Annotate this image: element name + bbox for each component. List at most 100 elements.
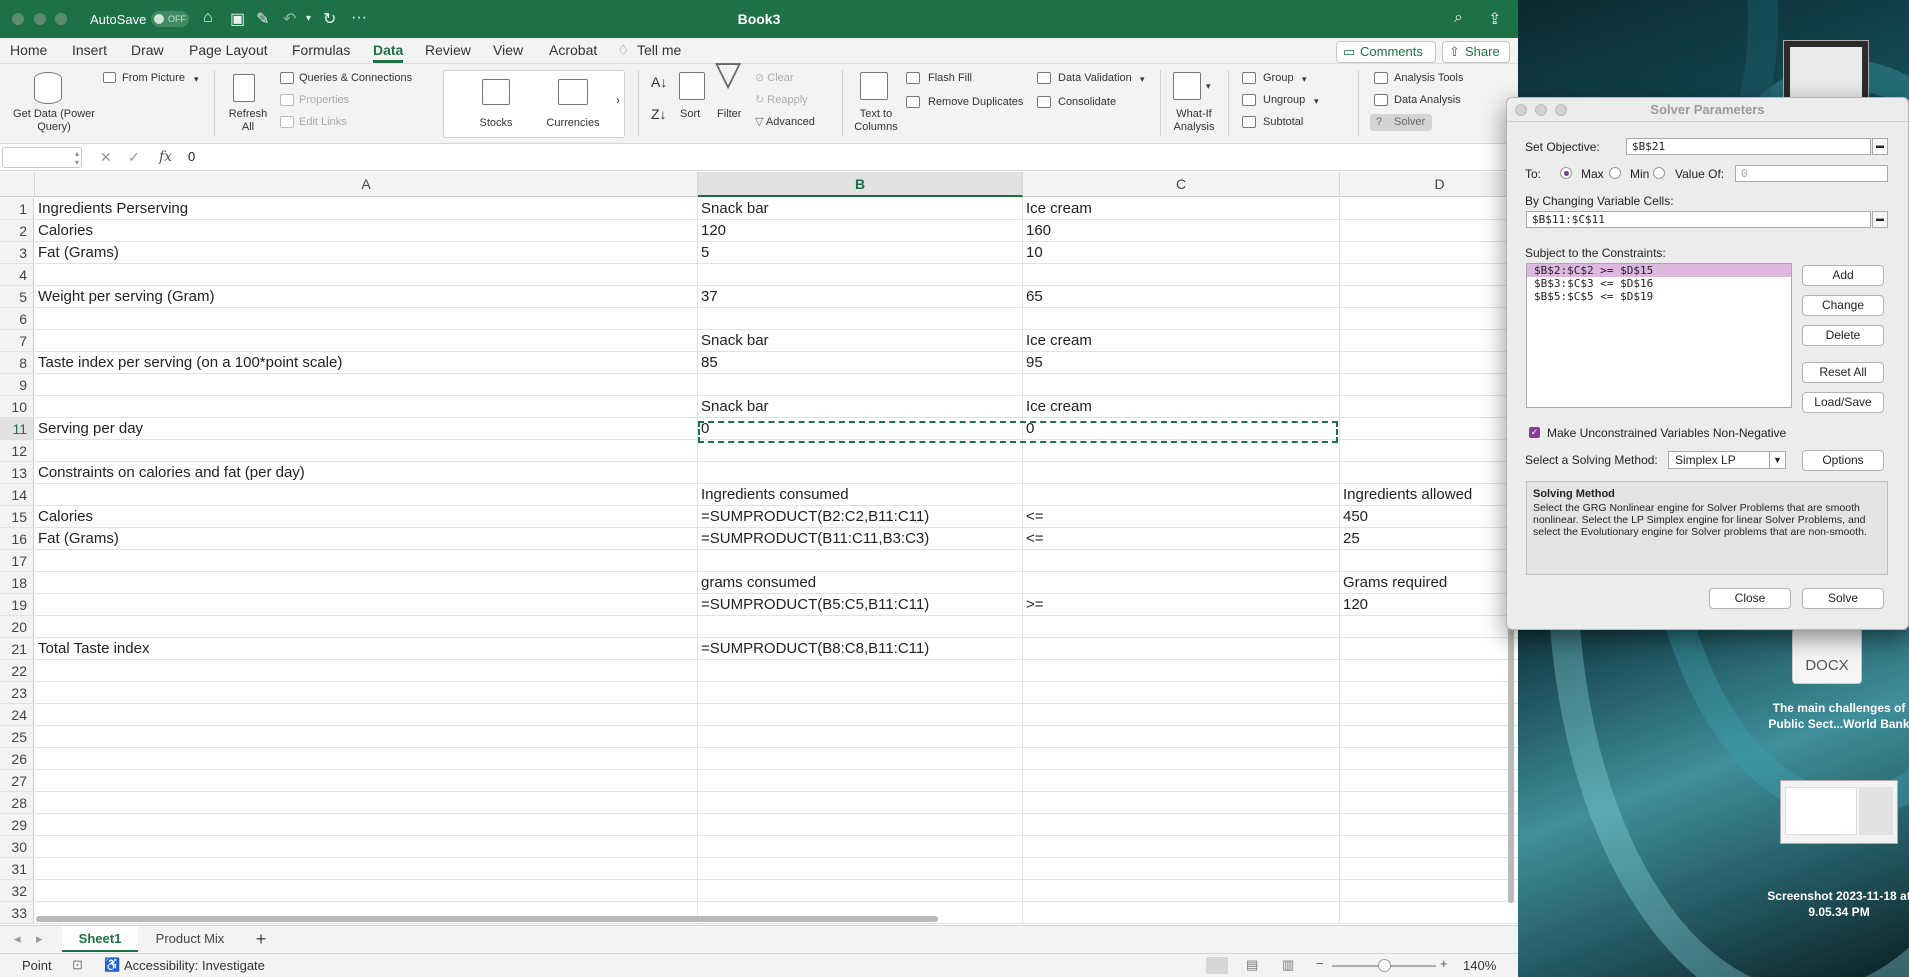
table-cell[interactable] <box>35 682 698 704</box>
table-cell[interactable]: 120 <box>698 220 1023 242</box>
table-cell[interactable] <box>35 616 698 638</box>
table-cell[interactable] <box>1340 440 1518 462</box>
zoom-in-icon[interactable]: + <box>1440 956 1448 971</box>
table-cell[interactable] <box>1023 726 1340 748</box>
table-cell[interactable]: Snack bar <box>698 198 1023 220</box>
table-cell[interactable] <box>1340 638 1518 660</box>
close-button[interactable]: Close <box>1709 588 1791 609</box>
accessibility-icon[interactable]: ♿ <box>104 957 120 973</box>
tab-insert[interactable]: Insert <box>72 42 107 58</box>
dialog-zoom-button[interactable] <box>1555 104 1567 116</box>
table-cell[interactable]: =SUMPRODUCT(B2:C2,B11:C11) <box>698 506 1023 528</box>
table-cell[interactable]: Fat (Grams) <box>35 528 698 550</box>
table-cell[interactable] <box>698 770 1023 792</box>
table-cell[interactable] <box>35 660 698 682</box>
zoom-slider-handle[interactable] <box>1378 959 1391 972</box>
table-cell[interactable] <box>698 374 1023 396</box>
table-cell[interactable]: <= <box>1023 528 1340 550</box>
table-cell[interactable] <box>35 396 698 418</box>
table-cell[interactable] <box>1340 462 1518 484</box>
table-cell[interactable]: Serving per day <box>35 418 698 440</box>
column-header[interactable]: D <box>1340 172 1518 197</box>
table-cell[interactable] <box>1023 704 1340 726</box>
constraint-item[interactable]: $B$5:$C$5 <= $D$19 <box>1527 290 1791 303</box>
table-cell[interactable]: Calories <box>35 220 698 242</box>
table-cell[interactable]: Grams required <box>1340 572 1518 594</box>
solve-button[interactable]: Solve <box>1802 588 1884 609</box>
table-cell[interactable] <box>698 858 1023 880</box>
table-cell[interactable] <box>1340 374 1518 396</box>
table-cell[interactable] <box>1340 836 1518 858</box>
row-header[interactable]: 2 <box>0 220 34 242</box>
properties-button[interactable]: Properties <box>299 94 349 107</box>
reset-all-button[interactable]: Reset All <box>1802 362 1884 383</box>
table-cell[interactable]: Ice cream <box>1023 396 1340 418</box>
zoom-out-icon[interactable]: − <box>1316 956 1324 971</box>
dialog-close-button[interactable] <box>1515 104 1527 116</box>
changing-cells-input[interactable]: $B$11:$C$11 <box>1526 211 1871 228</box>
normal-view-button[interactable] <box>1206 957 1228 974</box>
range-picker-button[interactable]: ▬ <box>1872 138 1888 155</box>
row-header[interactable]: 20 <box>0 616 34 638</box>
table-cell[interactable] <box>1023 616 1340 638</box>
table-cell[interactable] <box>1023 902 1340 924</box>
table-cell[interactable] <box>35 748 698 770</box>
row-header[interactable]: 29 <box>0 814 34 836</box>
min-radio[interactable] <box>1609 167 1621 179</box>
table-cell[interactable] <box>35 704 698 726</box>
table-cell[interactable] <box>1023 792 1340 814</box>
table-cell[interactable] <box>1023 836 1340 858</box>
row-header[interactable]: 13 <box>0 462 34 484</box>
table-cell[interactable]: Ingredients allowed <box>1340 484 1518 506</box>
table-cell[interactable]: =SUMPRODUCT(B11:C11,B3:C3) <box>698 528 1023 550</box>
database-icon[interactable] <box>34 72 62 104</box>
remove-duplicates-button[interactable]: Remove Duplicates <box>928 96 1023 109</box>
table-cell[interactable]: 25 <box>1340 528 1518 550</box>
tell-me-search[interactable]: Tell me <box>637 42 681 58</box>
sheet-tab-sheet1[interactable]: Sheet1 <box>62 926 138 952</box>
table-cell[interactable] <box>35 792 698 814</box>
tab-acrobat[interactable]: Acrobat <box>549 42 597 58</box>
table-cell[interactable] <box>1340 330 1518 352</box>
row-header[interactable]: 28 <box>0 792 34 814</box>
table-cell[interactable] <box>35 726 698 748</box>
row-header[interactable]: 31 <box>0 858 34 880</box>
table-cell[interactable]: 95 <box>1023 352 1340 374</box>
what-if-analysis-button[interactable]: What-If Analysis <box>1166 108 1222 134</box>
table-cell[interactable] <box>1340 660 1518 682</box>
chevron-down-icon[interactable]: ▾ <box>1302 73 1307 86</box>
reapply-button[interactable]: ↻ Reapply <box>755 94 808 107</box>
column-header[interactable]: B <box>698 172 1023 197</box>
data-validation-button[interactable]: Data Validation <box>1058 72 1132 85</box>
desktop-screenshot-name[interactable]: Screenshot 2023-11-18 at 9.05.34 PM <box>1764 888 1909 920</box>
max-radio[interactable] <box>1560 167 1572 179</box>
table-cell[interactable]: 5 <box>698 242 1023 264</box>
table-cell[interactable] <box>35 440 698 462</box>
row-header[interactable]: 27 <box>0 770 34 792</box>
table-cell[interactable] <box>1023 484 1340 506</box>
next-sheet-icon[interactable]: ▸ <box>36 931 43 947</box>
sort-button[interactable]: Sort <box>680 108 700 121</box>
row-header[interactable]: 22 <box>0 660 34 682</box>
queries-connections-button[interactable]: Queries & Connections <box>299 72 412 85</box>
docx-file-icon[interactable]: DOCX <box>1792 628 1862 684</box>
table-cell[interactable]: Weight per serving (Gram) <box>35 286 698 308</box>
table-cell[interactable] <box>1023 374 1340 396</box>
chevron-down-icon[interactable]: ▾ <box>194 73 199 86</box>
table-cell[interactable] <box>1340 902 1518 924</box>
gallery-next-icon[interactable]: › <box>616 94 620 107</box>
filter-button[interactable]: Filter <box>717 108 741 121</box>
row-header[interactable]: 8 <box>0 352 34 374</box>
share-sheet-icon[interactable]: ⇪ <box>1488 9 1501 29</box>
table-cell[interactable] <box>1023 660 1340 682</box>
table-cell[interactable]: =SUMPRODUCT(B8:C8,B11:C11) <box>698 638 1023 660</box>
table-cell[interactable] <box>698 462 1023 484</box>
row-header[interactable]: 32 <box>0 880 34 902</box>
table-cell[interactable] <box>35 330 698 352</box>
table-cell[interactable] <box>1023 770 1340 792</box>
table-cell[interactable] <box>1023 858 1340 880</box>
change-constraint-button[interactable]: Change <box>1802 295 1884 316</box>
table-cell[interactable] <box>1340 616 1518 638</box>
refresh-all-button[interactable]: Refresh All <box>226 108 270 134</box>
table-cell[interactable] <box>1340 880 1518 902</box>
